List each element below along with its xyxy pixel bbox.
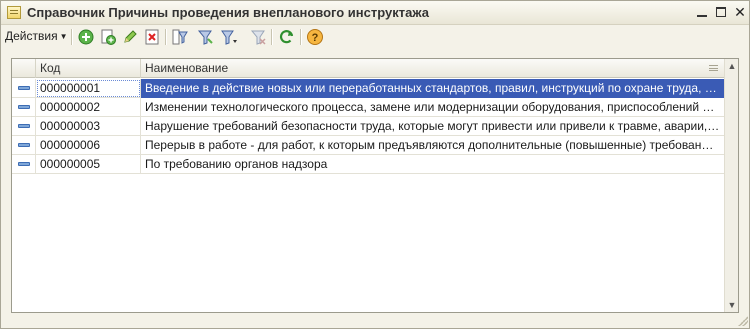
scroll-down-icon[interactable]: ▼ — [725, 298, 739, 312]
resize-grip-icon[interactable] — [738, 316, 748, 326]
maximize-button[interactable] — [713, 4, 729, 20]
name-cell: По требованию органов надзора — [145, 157, 328, 171]
window-title: Справочник Причины проведения внепланово… — [27, 5, 429, 20]
name-cell: Изменении технологического процесса, зам… — [145, 100, 724, 114]
catalog-item-icon — [18, 86, 30, 90]
refresh-icon[interactable] — [278, 28, 296, 46]
column-header-icon[interactable] — [12, 59, 36, 78]
column-header-name-label: Наименование — [145, 61, 229, 75]
table-body: 000000001 Введение в действие новых или … — [12, 79, 724, 174]
filter-icon[interactable] — [196, 28, 214, 46]
close-button[interactable]: ✕ — [732, 4, 748, 20]
delete-icon[interactable] — [143, 28, 161, 46]
clear-filter-icon[interactable] — [249, 28, 267, 46]
filter-by-value-icon[interactable] — [171, 28, 189, 46]
toolbar-separator — [71, 29, 72, 45]
vertical-scrollbar[interactable]: ▲ ▼ — [724, 59, 738, 312]
toolbar: Действия ▼ ? — [1, 25, 749, 48]
table-row[interactable]: 000000006 Перерыв в работе - для работ, … — [12, 136, 724, 155]
column-header-code[interactable]: Код — [36, 59, 141, 78]
table-row[interactable]: 000000001 Введение в действие новых или … — [12, 79, 724, 98]
catalog-item-icon — [18, 162, 30, 166]
sort-indicator-icon — [709, 65, 718, 71]
scroll-up-icon[interactable]: ▲ — [725, 59, 739, 73]
table-header: Код Наименование — [12, 59, 724, 78]
code-cell: 000000005 — [36, 155, 141, 174]
catalog-icon — [7, 6, 21, 19]
code-cell: 000000006 — [36, 136, 141, 155]
name-cell: Нарушение требований безопасности труда,… — [145, 119, 724, 133]
name-cell: Введение в действие новых или переработа… — [141, 79, 724, 98]
help-icon[interactable]: ? — [306, 28, 324, 46]
add-icon[interactable] — [77, 28, 95, 46]
toolbar-separator — [165, 29, 166, 45]
table-row[interactable]: 000000005 По требованию органов надзора — [12, 155, 724, 174]
table-row[interactable]: 000000003 Нарушение требований безопасно… — [12, 117, 724, 136]
code-cell: 000000001 — [36, 79, 141, 98]
catalog-window: Справочник Причины проведения внепланово… — [0, 0, 750, 329]
minimize-icon — [697, 15, 707, 17]
catalog-item-icon — [18, 143, 30, 147]
title-bar: Справочник Причины проведения внепланово… — [1, 1, 749, 25]
catalog-item-icon — [18, 105, 30, 109]
dropdown-arrow-icon: ▼ — [59, 32, 68, 41]
filter-dropdown-icon[interactable] — [220, 28, 238, 46]
actions-menu-button[interactable]: Действия ▼ — [5, 29, 68, 43]
maximize-icon — [716, 7, 726, 17]
catalog-table[interactable]: Код Наименование 000000001 Введение в де… — [11, 58, 739, 313]
copy-icon[interactable] — [99, 28, 117, 46]
edit-icon[interactable] — [121, 28, 139, 46]
close-icon: ✕ — [734, 4, 746, 20]
column-header-name[interactable]: Наименование — [141, 59, 724, 78]
minimize-button[interactable] — [694, 4, 710, 20]
catalog-item-icon — [18, 124, 30, 128]
svg-text:?: ? — [312, 32, 319, 44]
name-cell: Перерыв в работе - для работ, к которым … — [145, 138, 724, 152]
toolbar-separator — [300, 29, 301, 45]
actions-label: Действия — [5, 29, 58, 43]
toolbar-separator — [271, 29, 272, 45]
table-row[interactable]: 000000002 Изменении технологического про… — [12, 98, 724, 117]
code-cell: 000000002 — [36, 98, 141, 117]
code-cell: 000000003 — [36, 117, 141, 136]
